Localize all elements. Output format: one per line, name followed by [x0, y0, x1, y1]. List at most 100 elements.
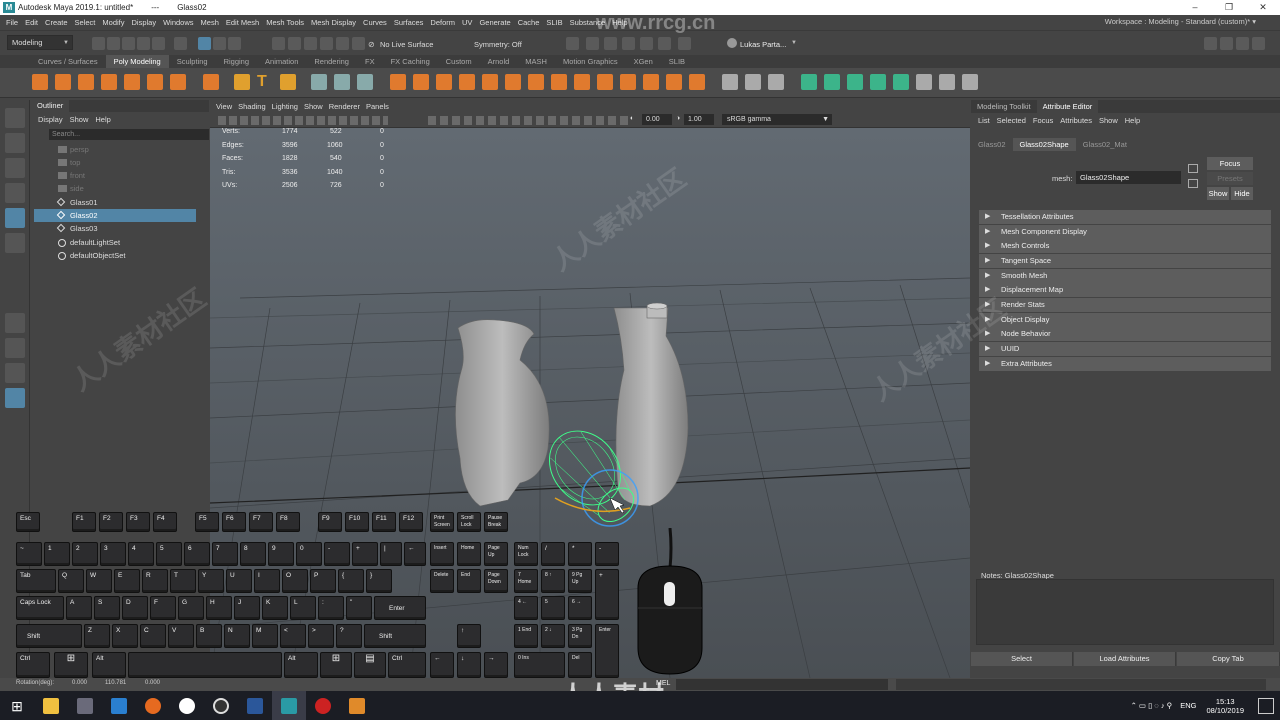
notes-textarea[interactable] [976, 579, 1274, 645]
ae-menu-attributes[interactable]: Attributes [1060, 113, 1092, 128]
menu-set-dropdown[interactable]: Modeling ▼ [7, 35, 73, 50]
menu-generate[interactable]: Generate [479, 18, 510, 27]
poly-cone-icon[interactable] [101, 74, 117, 90]
append-polygon-icon[interactable] [482, 74, 498, 90]
outliner-item-glass02[interactable]: Glass02 [34, 209, 196, 222]
uv-editor-icon[interactable] [916, 74, 932, 90]
command-line-input[interactable] [676, 679, 888, 690]
menu-select[interactable]: Select [75, 18, 96, 27]
shelf-tab-animation[interactable]: Animation [257, 55, 306, 68]
select-tool-icon[interactable] [5, 108, 25, 128]
paint-select-icon[interactable] [5, 158, 25, 178]
four-view-layout-icon[interactable] [5, 338, 25, 358]
snap-grid-icon[interactable] [272, 37, 285, 50]
clock[interactable]: 15:13 08/10/2019 [1206, 697, 1244, 715]
attribute-editor-icon[interactable] [1220, 37, 1233, 50]
shelf-tab-rigging[interactable]: Rigging [216, 55, 257, 68]
gamma-field[interactable]: 1.00 [684, 114, 714, 125]
section-object-display[interactable]: ▶ Object Display [979, 313, 1271, 327]
language-indicator[interactable]: ENG [1180, 701, 1196, 710]
taskbar-task-view[interactable] [68, 691, 102, 720]
focus-button[interactable]: Focus [1207, 157, 1253, 170]
viewport-menu-show[interactable]: Show [304, 100, 323, 113]
workspace-selector[interactable]: Workspace : Modeling - Standard (custom)… [1105, 17, 1256, 26]
outliner-layout-icon[interactable] [5, 388, 25, 408]
cylindrical-mapping-icon[interactable] [824, 74, 840, 90]
exposure-field[interactable]: 0.00 [642, 114, 672, 125]
section-uuid[interactable]: ▶ UUID [979, 342, 1271, 356]
section-tessellation-attributes[interactable]: ▶ Tessellation Attributes [979, 210, 1271, 224]
shelf-tab-sculpting[interactable]: Sculpting [169, 55, 216, 68]
shelf-tab-mash[interactable]: MASH [517, 55, 555, 68]
smooth-icon[interactable] [357, 74, 373, 90]
section-displacement-map[interactable]: ▶ Displacement Map [979, 283, 1271, 297]
poke-icon[interactable] [574, 74, 590, 90]
ae-menu-list[interactable]: List [978, 113, 990, 128]
cut-sew-uv-icon[interactable] [939, 74, 955, 90]
rotation-x-value[interactable]: 0.000 [72, 680, 87, 686]
menu-deform[interactable]: Deform [430, 18, 455, 27]
camera-based-mapping-icon[interactable] [893, 74, 909, 90]
taskbar-explorer[interactable] [34, 691, 68, 720]
node-tab-glass02shape[interactable]: Glass02Shape [1012, 138, 1076, 151]
super-shape-icon[interactable] [234, 74, 250, 90]
extrude-icon[interactable] [436, 74, 452, 90]
snap-surface-icon[interactable] [336, 37, 349, 50]
menu-surfaces[interactable]: Surfaces [394, 18, 424, 27]
shelf-tab-arnold[interactable]: Arnold [480, 55, 518, 68]
wedge-icon[interactable] [597, 74, 613, 90]
taskbar-firefox[interactable] [136, 691, 170, 720]
shelf-tab-motion-graphics[interactable]: Motion Graphics [555, 55, 626, 68]
section-smooth-mesh[interactable]: ▶ Smooth Mesh [979, 269, 1271, 283]
ae-menu-selected[interactable]: Selected [997, 113, 1026, 128]
unfold-uv-icon[interactable] [962, 74, 978, 90]
tab-modeling-toolkit[interactable]: Modeling Toolkit [971, 100, 1037, 113]
viewport-menu-view[interactable]: View [216, 100, 232, 113]
multi-cut-icon[interactable] [722, 74, 738, 90]
color-space-dropdown[interactable]: sRGB gamma ▼ [722, 114, 832, 125]
boolean-difference-icon[interactable] [413, 74, 429, 90]
undo-icon[interactable] [137, 37, 150, 50]
outliner-tab[interactable]: Outliner [31, 100, 70, 112]
menu-file[interactable]: File [6, 18, 18, 27]
hypershade-icon[interactable] [640, 37, 653, 50]
new-scene-icon[interactable] [92, 37, 105, 50]
poly-cube-icon[interactable] [55, 74, 71, 90]
menu-mesh-display[interactable]: Mesh Display [311, 18, 356, 27]
outliner-item-glass03[interactable]: Glass03 [34, 222, 196, 235]
poly-disc-icon[interactable] [170, 74, 186, 90]
live-surface-label[interactable]: No Live Surface [380, 40, 433, 49]
load-attributes-button[interactable]: Load Attributes [1074, 652, 1176, 666]
spherical-mapping-icon[interactable] [847, 74, 863, 90]
select-by-hierarchy-icon[interactable] [174, 37, 187, 50]
taskbar-store[interactable] [102, 691, 136, 720]
scale-tool-icon[interactable] [5, 233, 25, 253]
render-view-icon[interactable] [678, 37, 691, 50]
channel-box-icon[interactable] [1252, 37, 1265, 50]
select-by-component-icon[interactable] [213, 37, 226, 50]
ipr-render-icon[interactable] [604, 37, 617, 50]
copy-tab-button[interactable]: Copy Tab [1177, 652, 1280, 666]
section-node-behavior[interactable]: ▶ Node Behavior [979, 327, 1271, 341]
close-button[interactable]: ✕ [1246, 0, 1280, 15]
boolean-union-icon[interactable] [390, 74, 406, 90]
tool-settings-icon[interactable] [1236, 37, 1249, 50]
viewport-shading-icons[interactable] [428, 116, 628, 125]
outliner-item-glass01[interactable]: Glass01 [34, 196, 196, 209]
bevel-icon[interactable] [528, 74, 544, 90]
menu-uv[interactable]: UV [462, 18, 472, 27]
section-render-stats[interactable]: ▶ Render Stats [979, 298, 1271, 312]
viewport-menu-panels[interactable]: Panels [366, 100, 389, 113]
start-button[interactable]: ⊞ [0, 691, 34, 720]
symmetry-dropdown[interactable]: Symmetry: Off [474, 40, 522, 49]
viewport-menu-renderer[interactable]: Renderer [329, 100, 360, 113]
menu-slib[interactable]: SLIB [546, 18, 562, 27]
snap-point-icon[interactable] [304, 37, 317, 50]
menu-mesh[interactable]: Mesh [201, 18, 219, 27]
shelf-tab-curves-surfaces[interactable]: Curves / Surfaces [30, 55, 106, 68]
snap-curve-icon[interactable] [288, 37, 301, 50]
platonic-solid-icon[interactable] [203, 74, 219, 90]
show-button[interactable]: Show [1207, 187, 1229, 200]
merge-icon[interactable] [551, 74, 567, 90]
snap-live-icon[interactable] [352, 37, 365, 50]
